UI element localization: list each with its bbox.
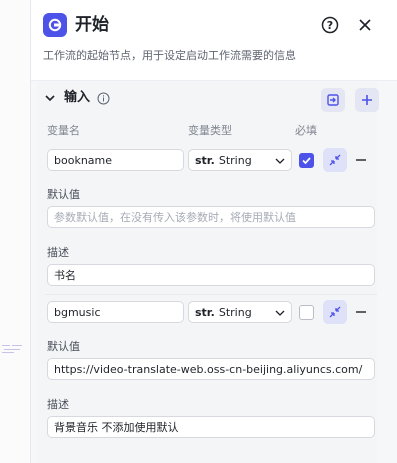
collapse-icon [329,306,341,318]
chevron-down-icon[interactable] [43,91,57,105]
svg-text:?: ? [327,19,333,32]
panel-title: 开始 [75,15,109,35]
param-divider [45,294,377,295]
type-label: String [218,153,252,167]
close-icon[interactable] [354,14,376,36]
remove-param-button[interactable] [353,304,369,320]
panel-description: 工作流的起始节点，用于设定启动工作流需要的信息 [43,49,296,62]
canvas-node-fragment [2,344,24,354]
minus-icon [356,311,366,313]
collapse-icon [329,154,341,166]
import-icon [327,94,339,106]
description-label: 描述 [47,398,69,411]
column-header-required: 必填 [295,124,317,137]
column-header-type: 变量类型 [188,124,232,137]
param-type-select[interactable]: str. String [188,301,292,323]
default-value-label: 默认值 [47,188,80,201]
type-prefix: str. [195,153,215,167]
plus-icon [362,95,372,105]
help-icon[interactable]: ? [319,14,341,36]
input-section-title: 输入 [64,90,91,105]
param-name-input[interactable] [47,301,184,323]
minus-icon [356,159,366,161]
description-input[interactable] [47,264,375,286]
caret-down-icon [275,158,285,164]
import-button[interactable] [321,88,345,112]
column-header-name: 变量名 [47,124,80,137]
default-value-label: 默认值 [47,340,80,353]
default-value-input[interactable] [47,206,375,228]
caret-down-icon [275,310,285,316]
collapse-param-button[interactable] [323,148,347,172]
collapse-param-button[interactable] [323,300,347,324]
type-label: String [218,305,252,319]
input-section-header[interactable]: 输入 [37,82,379,116]
check-icon [302,157,311,165]
required-checkbox[interactable] [299,305,314,320]
add-param-button[interactable] [355,88,379,112]
info-icon[interactable] [97,92,110,105]
start-node-panel: 开始 ? 工作流的起始节点，用于设定启动工作流需要的信息 输入 变量名 变量类型… [30,0,397,463]
required-checkbox[interactable] [299,153,314,168]
description-input[interactable] [47,416,375,438]
description-label: 描述 [47,246,69,259]
workflow-start-icon [43,13,67,37]
workflow-canvas[interactable] [0,0,30,463]
input-section: 输入 变量名 变量类型 必填 str. String 默认值 [37,82,379,463]
param-type-select[interactable]: str. String [188,149,292,171]
type-prefix: str. [195,305,215,319]
remove-param-button[interactable] [353,152,369,168]
param-name-input[interactable] [47,149,184,171]
default-value-input[interactable] [47,358,375,380]
panel-header: 开始 ? 工作流的起始节点，用于设定启动工作流需要的信息 [31,0,397,81]
